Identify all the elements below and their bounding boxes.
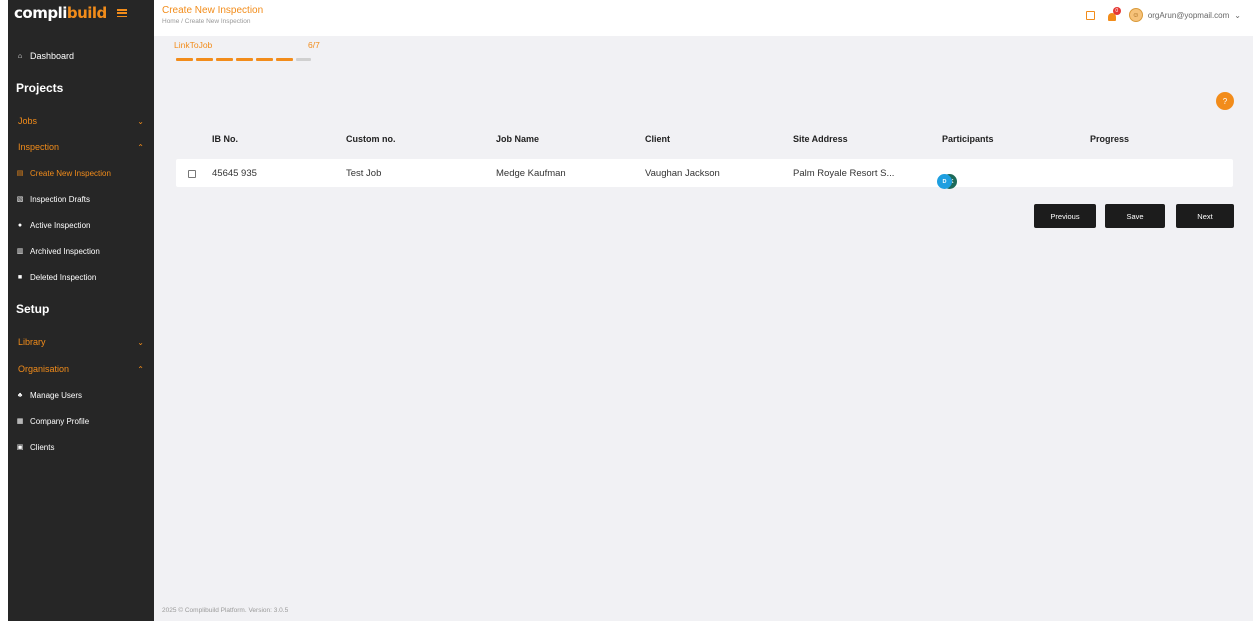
help-button[interactable]: ? [1216, 92, 1234, 110]
chevron-down-icon: ⌄ [1234, 10, 1241, 20]
sidebar-item-inspection-drafts[interactable]: ▧ Inspection Drafts [8, 192, 154, 206]
column-header: Participants [942, 134, 994, 144]
step-progress-bar [176, 58, 311, 61]
sidebar-group-organisation[interactable]: Organisation ⌃ [8, 362, 154, 376]
participant-avatar: D [937, 174, 952, 189]
main-content: LinkToJob 6/7 ? IB No. Custom no. Job Na… [154, 36, 1253, 599]
home-icon: ⌂ [17, 52, 23, 60]
column-header: Client [645, 134, 671, 144]
row-checkbox[interactable] [188, 170, 196, 178]
sidebar-group-inspection[interactable]: Inspection ⌃ [8, 140, 154, 154]
notification-badge: 0 [1112, 6, 1121, 15]
step-segment [276, 58, 293, 61]
sidebar: complibuild ⌂ Dashboard Projects Jobs ⌄ … [8, 0, 154, 621]
logo-text-part2: build [66, 4, 107, 22]
sidebar-group-library[interactable]: Library ⌄ [8, 335, 154, 349]
chevron-down-icon: ⌄ [137, 116, 144, 126]
sidebar-item-company-profile[interactable]: ▦ Company Profile [8, 414, 154, 428]
user-email: orgArun@yopmail.com [1147, 10, 1230, 20]
cell-custom-no: Test Job [346, 168, 382, 179]
sidebar-group-jobs[interactable]: Jobs ⌄ [8, 114, 154, 128]
clients-icon: ▣ [16, 444, 24, 451]
user-menu[interactable]: ☺ orgArun@yopmail.com ⌄ [1128, 8, 1241, 22]
document-icon: ▤ [16, 170, 24, 177]
table-header: IB No. Custom no. Job Name Client Site A… [176, 134, 1233, 148]
sidebar-item-archived-inspection[interactable]: ▥ Archived Inspection [8, 244, 154, 258]
sidebar-item-active-inspection[interactable]: ● Active Inspection [8, 218, 154, 232]
cell-client: Vaughan Jackson [645, 168, 720, 179]
page-title: Create New Inspection [162, 5, 264, 16]
step-segment [196, 58, 213, 61]
sidebar-group-label: Library [18, 337, 46, 347]
section-title-projects: Projects [16, 81, 64, 95]
sidebar-item-label: Clients [30, 442, 55, 452]
fullscreen-icon[interactable] [1085, 10, 1095, 20]
chevron-up-icon: ⌃ [137, 142, 144, 152]
sidebar-item-deleted-inspection[interactable]: ■ Deleted Inspection [8, 270, 154, 284]
topbar: Create New Inspection Home / Create New … [154, 0, 1253, 36]
step-segment [296, 58, 311, 61]
step-label: LinkToJob [174, 40, 213, 50]
column-header: IB No. [212, 134, 238, 144]
sidebar-item-label: Company Profile [30, 416, 90, 426]
users-icon: ♣ [17, 391, 23, 399]
archive-icon: ▥ [16, 248, 24, 255]
sidebar-item-label: Active Inspection [30, 220, 91, 230]
cell-job-name: Medge Kaufman [496, 168, 566, 179]
column-header: Custom no. [346, 134, 396, 144]
sidebar-group-label: Organisation [18, 364, 70, 374]
sidebar-item-dashboard[interactable]: ⌂ Dashboard [8, 48, 154, 64]
sidebar-item-create-new-inspection[interactable]: ▤ Create New Inspection [8, 166, 154, 180]
sidebar-group-label: Jobs [18, 116, 38, 126]
column-header: Progress [1090, 134, 1130, 144]
section-title-setup: Setup [16, 302, 50, 316]
cell-ib-no: 45645 935 [212, 168, 257, 179]
sidebar-item-label: Dashboard [30, 51, 75, 61]
building-icon: ▦ [16, 418, 24, 425]
logo-row: complibuild [8, 0, 154, 26]
sidebar-group-label: Inspection [18, 142, 60, 152]
cell-site-address: Palm Royale Resort S... [793, 168, 895, 179]
step-segment [236, 58, 253, 61]
save-button[interactable]: Save [1105, 204, 1165, 228]
step-segment [216, 58, 233, 61]
chevron-up-icon: ⌃ [137, 364, 144, 374]
step-count: 6/7 [308, 40, 320, 50]
sidebar-item-clients[interactable]: ▣ Clients [8, 440, 154, 454]
drafts-icon: ▧ [16, 196, 24, 203]
logo-text-part1: compli [14, 4, 67, 22]
step-segment [256, 58, 273, 61]
sidebar-item-label: Archived Inspection [30, 246, 100, 256]
sidebar-item-label: Inspection Drafts [30, 194, 91, 204]
avatar: ☺ [1128, 8, 1143, 22]
sidebar-item-label: Manage Users [30, 390, 83, 400]
sidebar-item-label: Deleted Inspection [30, 272, 97, 282]
menu-toggle-icon[interactable] [116, 9, 127, 17]
notification-bell-icon[interactable]: 0 [1107, 6, 1121, 21]
sidebar-item-label: Create New Inspection [30, 168, 111, 178]
previous-button[interactable]: Previous [1034, 204, 1096, 228]
active-icon: ● [17, 221, 23, 229]
trash-icon: ■ [17, 273, 23, 281]
footer: 2025 © Complibuild Platform. Version: 3.… [154, 599, 1253, 621]
topbar-actions: 0 ☺ orgArun@yopmail.com ⌄ [1085, 6, 1241, 22]
column-header: Job Name [496, 134, 540, 144]
logo[interactable]: complibuild [14, 4, 107, 22]
step-segment [176, 58, 193, 61]
table-row[interactable]: 45645 935 Test Job Medge Kaufman Vaughan… [176, 159, 1233, 189]
next-button[interactable]: Next [1176, 204, 1234, 228]
sidebar-item-manage-users[interactable]: ♣ Manage Users [8, 388, 154, 402]
chevron-down-icon: ⌄ [137, 337, 144, 347]
footer-text: 2025 © Complibuild Platform. Version: 3.… [162, 607, 289, 614]
column-header: Site Address [793, 134, 848, 144]
breadcrumb[interactable]: Home / Create New Inspection [162, 18, 251, 25]
